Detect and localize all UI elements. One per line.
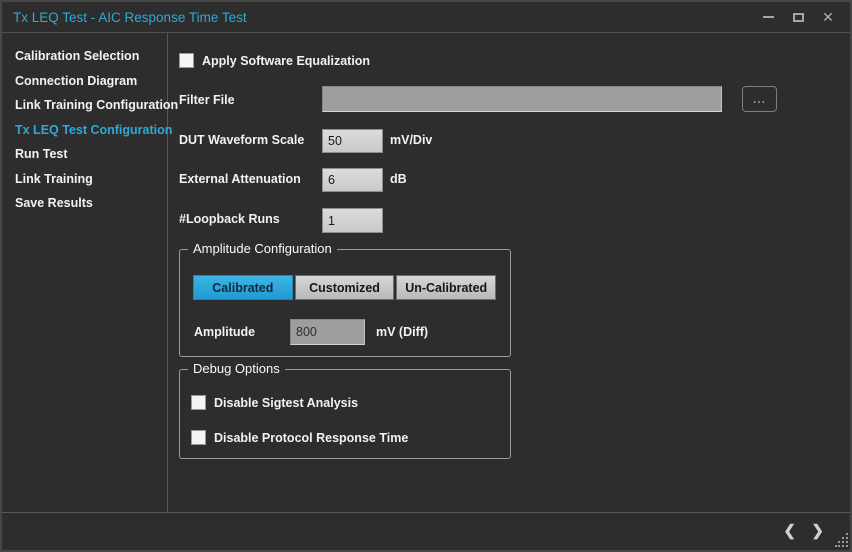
filter-file-label: Filter File xyxy=(179,93,235,107)
main-content: Apply Software Equalization Filter File … xyxy=(168,33,850,512)
disable-sigtest-analysis-row: Disable Sigtest Analysis xyxy=(191,395,358,410)
sidebar-item-run-test[interactable]: Run Test xyxy=(2,142,167,167)
disable-protocol-response-time-label: Disable Protocol Response Time xyxy=(214,431,408,445)
amplitude-configuration-group: Amplitude Configuration Calibrated Custo… xyxy=(179,249,511,357)
disable-sigtest-analysis-label: Disable Sigtest Analysis xyxy=(214,396,358,410)
maximize-button[interactable] xyxy=(788,7,808,27)
amplitude-input[interactable] xyxy=(290,319,365,345)
amplitude-label: Amplitude xyxy=(194,325,255,339)
dut-waveform-scale-label: DUT Waveform Scale xyxy=(179,133,304,147)
external-attenuation-unit: dB xyxy=(390,172,407,186)
app-body: Calibration Selection Connection Diagram… xyxy=(2,33,850,512)
app-window: Tx LEQ Test - AIC Response Time Test ✕ C… xyxy=(0,0,852,552)
window-title: Tx LEQ Test - AIC Response Time Test xyxy=(2,10,247,25)
dut-waveform-scale-input[interactable] xyxy=(322,129,383,153)
maximize-icon xyxy=(793,13,804,22)
window-controls: ✕ xyxy=(758,7,850,27)
loopback-runs-input[interactable] xyxy=(322,208,383,233)
close-button[interactable]: ✕ xyxy=(818,7,838,27)
disable-protocol-response-time-checkbox[interactable] xyxy=(191,430,206,445)
external-attenuation-input[interactable] xyxy=(322,168,383,192)
disable-protocol-response-time-row: Disable Protocol Response Time xyxy=(191,430,408,445)
sidebar: Calibration Selection Connection Diagram… xyxy=(2,33,168,512)
sidebar-item-tx-leq-test-configuration[interactable]: Tx LEQ Test Configuration xyxy=(2,118,167,143)
minimize-icon xyxy=(763,16,774,18)
customized-button[interactable]: Customized xyxy=(295,275,395,300)
calibrated-button[interactable]: Calibrated xyxy=(193,275,293,300)
close-icon: ✕ xyxy=(822,10,834,24)
sidebar-item-link-training[interactable]: Link Training xyxy=(2,167,167,192)
apply-software-equalization-label: Apply Software Equalization xyxy=(202,54,370,68)
filter-file-input[interactable] xyxy=(322,86,722,112)
amplitude-mode-buttons: Calibrated Customized Un-Calibrated xyxy=(193,275,496,300)
resize-grip[interactable] xyxy=(835,533,849,547)
apply-software-equalization-checkbox[interactable] xyxy=(179,53,194,68)
debug-options-group: Debug Options Disable Sigtest Analysis D… xyxy=(179,369,511,459)
minimize-button[interactable] xyxy=(758,7,778,27)
footer-bar: ❮ ❯ xyxy=(2,512,850,548)
amplitude-configuration-title: Amplitude Configuration xyxy=(188,241,337,256)
browse-button[interactable]: ... xyxy=(742,86,777,112)
next-page-button[interactable]: ❯ xyxy=(811,523,824,538)
amplitude-unit: mV (Diff) xyxy=(376,325,428,339)
dut-waveform-scale-unit: mV/Div xyxy=(390,133,432,147)
debug-options-title: Debug Options xyxy=(188,361,285,376)
sidebar-item-link-training-configuration[interactable]: Link Training Configuration xyxy=(2,93,167,118)
external-attenuation-label: External Attenuation xyxy=(179,172,301,186)
sidebar-item-calibration-selection[interactable]: Calibration Selection xyxy=(2,44,167,69)
un-calibrated-button[interactable]: Un-Calibrated xyxy=(396,275,496,300)
sidebar-item-save-results[interactable]: Save Results xyxy=(2,191,167,216)
title-bar: Tx LEQ Test - AIC Response Time Test ✕ xyxy=(2,2,850,33)
disable-sigtest-analysis-checkbox[interactable] xyxy=(191,395,206,410)
apply-software-equalization-row: Apply Software Equalization xyxy=(179,53,370,68)
sidebar-item-connection-diagram[interactable]: Connection Diagram xyxy=(2,69,167,94)
loopback-runs-label: #Loopback Runs xyxy=(179,212,280,226)
previous-page-button[interactable]: ❮ xyxy=(783,523,796,538)
